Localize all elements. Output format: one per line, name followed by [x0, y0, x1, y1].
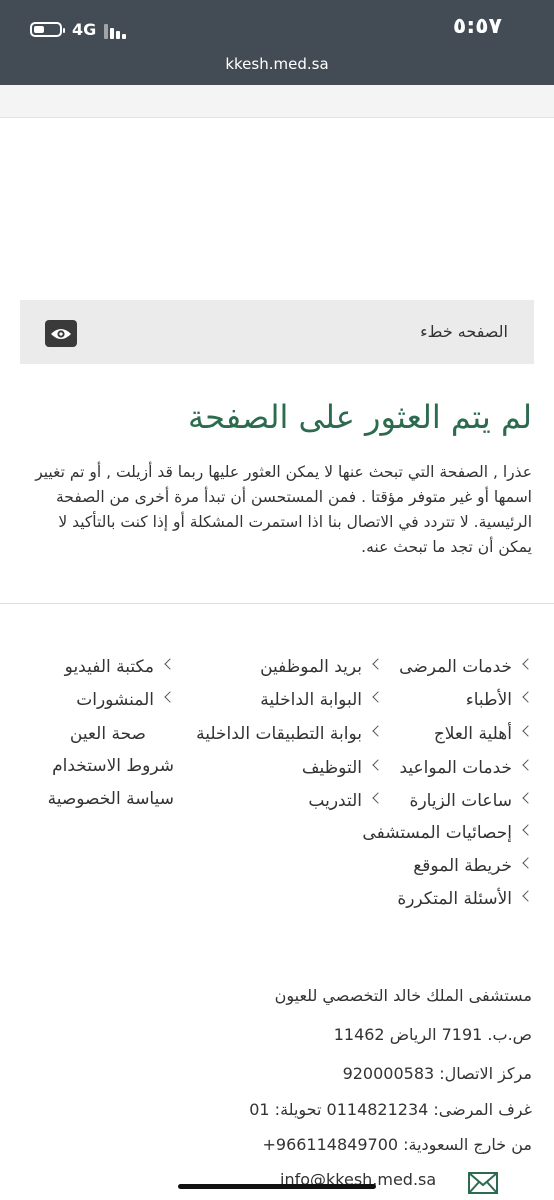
chevron-icon [522, 691, 534, 703]
home-indicator[interactable] [178, 1184, 376, 1189]
page-title: لم يتم العثور على الصفحة [187, 398, 532, 436]
hospital-name: مستشفى الملك خالد التخصصي للعيون [274, 986, 532, 1005]
signal-icon [104, 23, 128, 39]
network-label: 4G [72, 20, 97, 39]
chevron-icon [522, 792, 534, 804]
chevron-icon [522, 857, 534, 869]
status-bar: 4G ٥:٥٧ kkesh.med.sa [0, 0, 554, 85]
footer-link[interactable]: بوابة التطبيقات الداخلية [196, 724, 384, 744]
error-message: عذرا , الصفحة التي تبحث عنها لا يمكن الع… [35, 463, 532, 556]
mail-icon [468, 1172, 498, 1194]
footer-link[interactable]: خدمات المواعيد [399, 758, 534, 778]
chevron-icon [372, 792, 384, 804]
page-top-strip [0, 85, 554, 118]
international-phone: من خارج السعودية: 966114849700+ [262, 1135, 532, 1154]
chevron-icon [372, 725, 384, 737]
address-bar[interactable]: kkesh.med.sa [0, 55, 554, 73]
po-box: ص.ب. 7191 الرياض 11462 [333, 1025, 532, 1044]
footer-link[interactable]: شروط الاستخدام [52, 756, 174, 776]
footer-link[interactable]: خدمات المرضى [399, 657, 534, 677]
error-bar: الصفحه خطء [20, 300, 534, 364]
footer-link[interactable]: أهلية العلاج [434, 724, 534, 744]
footer-link[interactable]: الأطباء [466, 690, 534, 710]
eye-icon [51, 328, 71, 339]
call-center: مركز الاتصال: 920000583 [342, 1064, 532, 1083]
footer-link[interactable]: صحة العين [70, 724, 146, 744]
chevron-icon [164, 658, 176, 670]
footer-link[interactable]: سياسة الخصوصية [48, 789, 174, 809]
footer-link[interactable]: ساعات الزيارة [410, 791, 534, 811]
chevron-icon [522, 759, 534, 771]
chevron-icon [164, 691, 176, 703]
chevron-icon [372, 658, 384, 670]
footer-link[interactable]: البوابة الداخلية [260, 690, 384, 710]
footer-link[interactable]: الأسئلة المتكررة [397, 889, 534, 909]
chevron-icon [372, 759, 384, 771]
chevron-icon [522, 658, 534, 670]
accessibility-button[interactable] [45, 320, 77, 347]
clock: ٥:٥٧ [452, 14, 502, 39]
footer-link[interactable]: إحصائيات المستشفى [362, 823, 534, 843]
footer-link[interactable]: التوظيف [302, 758, 384, 778]
chevron-icon [522, 890, 534, 902]
battery-icon [30, 22, 65, 37]
chevron-icon [522, 824, 534, 836]
chevron-icon [522, 725, 534, 737]
divider [0, 603, 554, 604]
footer-link[interactable]: خريطة الموقع [413, 856, 534, 876]
footer-link[interactable]: مكتبة الفيديو [65, 657, 176, 677]
patient-rooms-phone: غرف المرضى: 0114821234 تحويلة: 01 [249, 1100, 532, 1119]
footer-link[interactable]: بريد الموظفين [260, 657, 384, 677]
footer-link[interactable]: المنشورات [76, 690, 176, 710]
error-label: الصفحه خطء [420, 322, 508, 341]
chevron-icon [372, 691, 384, 703]
footer-link[interactable]: التدريب [308, 791, 384, 811]
